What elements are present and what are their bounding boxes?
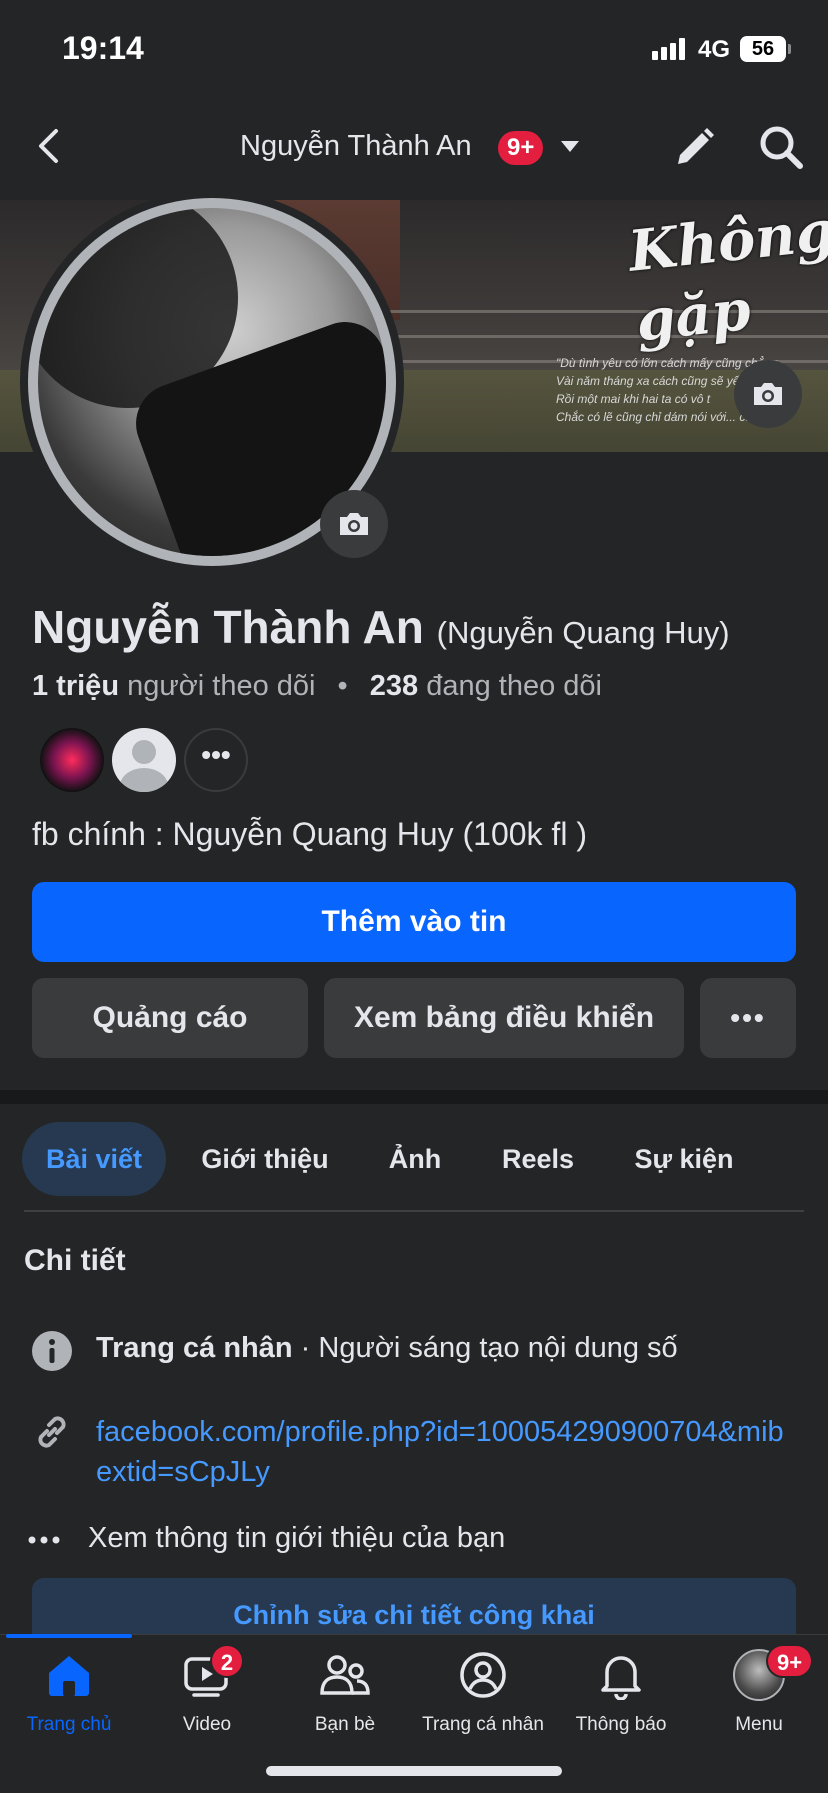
ads-button[interactable]: Quảng cáo	[32, 978, 308, 1058]
home-indicator	[266, 1766, 562, 1776]
profile-type: Trang cá nhân · Người sáng tạo nội dung …	[96, 1332, 678, 1365]
section-divider	[0, 1090, 828, 1104]
tab-reels[interactable]: Reels	[488, 1122, 588, 1196]
linked-profile-avatar[interactable]	[112, 728, 176, 792]
camera-icon	[754, 383, 782, 405]
profile-bio: fb chính : Nguyễn Quang Huy (100k fl )	[32, 816, 587, 852]
profile-type-label: Trang cá nhân	[96, 1332, 293, 1364]
nav-label: Video	[182, 1714, 232, 1735]
profile-name: Nguyễn Thành An (Nguyễn Quang Huy)	[32, 600, 730, 654]
nav-label: Trang cá nhân	[422, 1714, 544, 1735]
profile-link[interactable]: facebook.com/profile.php?id=100054290900…	[96, 1412, 796, 1492]
add-to-story-button[interactable]: Thêm vào tin	[32, 882, 796, 962]
header-title[interactable]: Nguyễn Thành An	[240, 130, 472, 163]
following-label: đang theo dõi	[426, 670, 602, 702]
profile-type-value: · Người sáng tạo nội dung số	[292, 1332, 678, 1364]
chevron-down-icon[interactable]	[561, 141, 579, 152]
video-badge: 2	[210, 1644, 244, 1678]
details-title: Chi tiết	[24, 1244, 126, 1277]
more-dots-icon	[28, 1536, 60, 1544]
network-type: 4G	[698, 36, 731, 63]
link-icon	[38, 1416, 66, 1448]
default-avatar-icon	[120, 768, 168, 792]
following-count: 238	[369, 670, 419, 702]
default-avatar-icon	[132, 740, 156, 764]
tab-posts[interactable]: Bài viết	[22, 1122, 166, 1196]
tabs-divider	[24, 1210, 804, 1212]
profile-icon	[456, 1648, 510, 1702]
nav-profile[interactable]: Trang cá nhân	[414, 1648, 552, 1748]
battery-tip	[788, 44, 791, 54]
search-icon	[760, 126, 803, 169]
bell-icon	[594, 1648, 648, 1702]
more-profiles-button[interactable]: •••	[184, 728, 248, 792]
edit-cover-button[interactable]	[734, 360, 802, 428]
back-button[interactable]	[28, 122, 68, 170]
nav-notifications[interactable]: Thông báo	[552, 1648, 690, 1748]
nav-label: Thông báo	[575, 1714, 667, 1735]
followers-label: người theo dõi	[127, 670, 316, 702]
chevron-left-icon	[39, 129, 58, 163]
cover-title-text: Không gặp	[625, 200, 828, 355]
edit-button[interactable]	[670, 124, 718, 172]
menu-badge: 9+	[766, 1644, 814, 1678]
nav-home[interactable]: Trang chủ	[0, 1648, 138, 1748]
profile-name-primary: Nguyễn Thành An	[32, 601, 424, 653]
header-notification-badge: 9+	[498, 131, 544, 165]
status-time: 19:14	[62, 30, 144, 66]
camera-icon	[340, 513, 368, 535]
pencil-icon	[678, 128, 714, 164]
nav-label: Menu	[735, 1714, 783, 1735]
friends-icon	[318, 1648, 372, 1702]
tab-photos[interactable]: Ảnh	[370, 1122, 460, 1196]
nav-label: Bạn bè	[314, 1714, 376, 1735]
nav-label: Trang chủ	[26, 1714, 112, 1735]
profile-name-alternate: (Nguyễn Quang Huy)	[436, 615, 730, 650]
search-button[interactable]	[756, 122, 806, 172]
edit-avatar-button[interactable]	[320, 490, 388, 558]
info-icon	[32, 1331, 72, 1371]
tab-events[interactable]: Sự kiện	[622, 1122, 746, 1196]
stats-separator: •	[337, 670, 348, 702]
more-options-button[interactable]: •••	[700, 978, 796, 1058]
tab-about[interactable]: Giới thiệu	[190, 1122, 340, 1196]
home-icon	[42, 1648, 96, 1702]
battery-icon: 56	[740, 36, 786, 62]
nav-video[interactable]: Video	[138, 1648, 276, 1748]
view-dashboard-button[interactable]: Xem bảng điều khiển	[324, 978, 684, 1058]
signal-icon	[652, 38, 685, 60]
followers-count: 1 triệu	[32, 670, 120, 702]
active-tab-indicator	[6, 1634, 132, 1638]
see-about-info-link[interactable]: Xem thông tin giới thiệu của bạn	[88, 1522, 505, 1555]
follow-stats[interactable]: 1 triệu người theo dõi • 238 đang theo d…	[32, 670, 602, 703]
nav-friends[interactable]: Bạn bè	[276, 1648, 414, 1748]
linked-profile-avatar[interactable]	[40, 728, 104, 792]
